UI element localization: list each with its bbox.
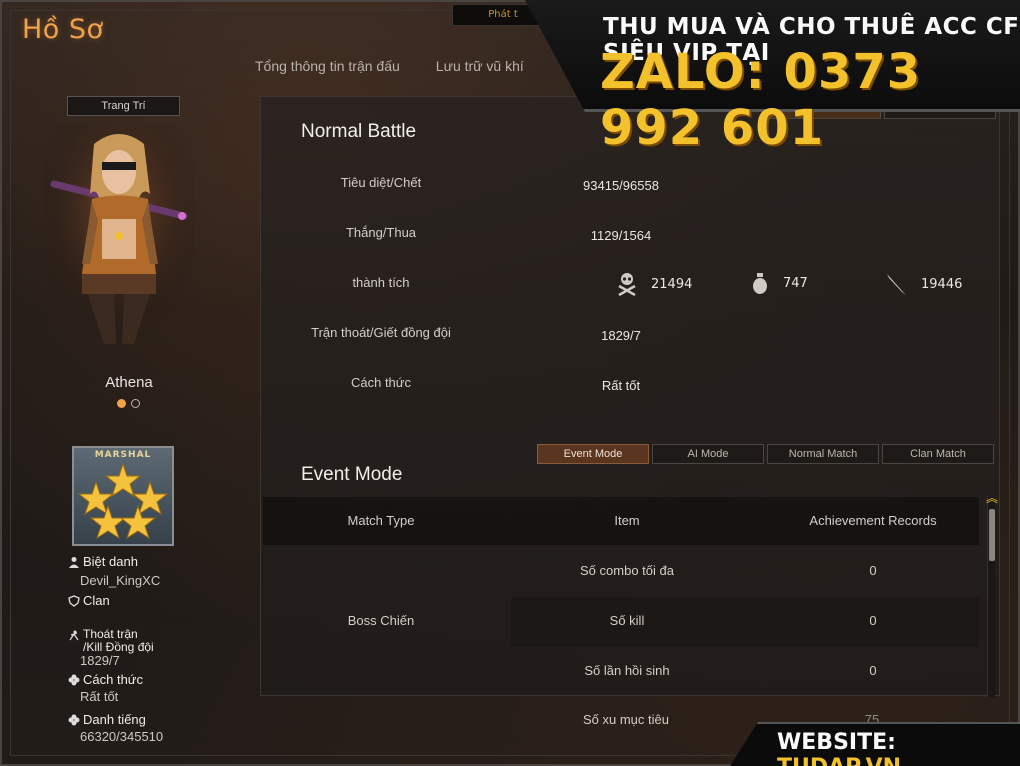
tab-normal-match[interactable]: Normal Match <box>767 444 879 464</box>
clover-icon <box>68 714 80 725</box>
decor-button[interactable]: Trang Trí <box>67 96 180 116</box>
achievement-knife: 19446 <box>885 272 962 296</box>
record-cell: 0 <box>869 663 877 678</box>
match-type-cell: Boss Chiến <box>347 613 415 628</box>
scroll-up-icon[interactable]: ︽ <box>986 489 998 506</box>
stat-label: Cách thức <box>350 375 411 390</box>
item-cell: Số kill <box>609 613 645 628</box>
grenade-icon <box>753 273 767 294</box>
tab-event-mode[interactable]: Event Mode <box>537 444 649 464</box>
website-label: WEBSITE: <box>777 730 896 755</box>
stat-label: Tiêu diệt/Chết <box>340 175 422 190</box>
clan-block: Clan <box>68 593 110 608</box>
stat-value: 1829/7 <box>601 328 641 343</box>
clan-shield-icon <box>68 594 80 607</box>
style-block: Cách thức Rất tốt <box>68 672 143 704</box>
tab-match-overview[interactable]: Tổng thông tin trận đấu <box>255 58 400 74</box>
clan-label: Clan <box>83 593 110 608</box>
event-mode-title: Event Mode <box>301 464 403 485</box>
character-portrait <box>44 124 194 344</box>
stat-value: Rất tốt <box>601 378 641 393</box>
pager-dot-active[interactable] <box>117 399 126 408</box>
scroll-thumb[interactable] <box>989 509 995 561</box>
skull-crossbones-icon <box>618 273 636 296</box>
achievement-kills-value: 21494 <box>651 276 693 292</box>
stat-row-win-loss: Thắng/Thua 1129/1564 <box>261 225 1001 275</box>
character-pager <box>117 399 140 408</box>
item-cell: Số lần hồi sinh <box>584 663 670 678</box>
item-cell: Số xu mục tiêu <box>583 712 669 727</box>
record-cell: 0 <box>869 613 877 628</box>
clover-icon <box>68 674 80 685</box>
achievement-kills: 21494 <box>617 272 692 296</box>
stat-value: 93415/96558 <box>583 178 659 193</box>
stat-row-style: Cách thức Rất tốt <box>261 375 1001 425</box>
stat-label: thành tích <box>352 275 410 290</box>
character-name: Athena <box>105 374 153 391</box>
rank-stars-icon <box>77 462 169 540</box>
style-label: Cách thức <box>83 672 144 687</box>
event-mode-tabs: Event Mode AI Mode Normal Match Clan Mat… <box>537 444 994 464</box>
website-banner: WEBSITE: TUDAP.VN <box>777 730 1020 766</box>
top-tabs: Tổng thông tin trận đấu Lưu trữ vũ khí <box>255 58 524 74</box>
rank-badge: MARSHAL <box>72 446 174 546</box>
person-icon <box>69 556 79 568</box>
page-title: Hồ Sơ <box>22 14 104 45</box>
nickname-block: Biệt danh Devil_KingXC <box>68 554 160 588</box>
website-value: TUDAP.VN <box>777 755 901 766</box>
reputation-value: 66320/345510 <box>80 729 164 744</box>
style-value: Rất tốt <box>80 689 119 704</box>
nickname-value: Devil_KingXC <box>80 573 161 588</box>
promo-line2: ZALO: 0373 992 601 <box>600 44 922 156</box>
stat-row-achievements: thành tích 21494 747 19446 <box>261 272 1001 325</box>
achievement-grenade-value: 747 <box>783 275 808 291</box>
stat-row-kd: Tiêu diệt/Chết 93415/96558 <box>261 175 1001 225</box>
pager-dot[interactable] <box>131 399 140 408</box>
profile-sidebar: Trang Trí Athena MARSHAL Biệt danh Devil… <box>14 90 244 750</box>
stat-row-escape: Trận thoát/Giết đồng đội 1829/7 <box>261 325 1001 375</box>
reputation-label: Danh tiếng <box>83 712 146 727</box>
escape-value: 1829/7 <box>80 653 120 668</box>
nickname-label: Biệt danh <box>83 554 138 569</box>
tab-ai-mode[interactable]: AI Mode <box>652 444 764 464</box>
achievement-knife-value: 19446 <box>921 276 963 292</box>
stat-label: Thắng/Thua <box>345 225 417 240</box>
running-man-icon <box>69 630 79 641</box>
escape-block: Thoát trận /Kill Đồng đội 1829/7 <box>68 628 154 668</box>
tab-clan-match[interactable]: Clan Match <box>882 444 994 464</box>
column-header: Item <box>614 513 640 528</box>
column-header: Match Type <box>347 513 415 528</box>
knife-icon <box>887 274 906 295</box>
records-scrollbar[interactable]: ︽ <box>986 491 998 697</box>
normal-battle-title: Normal Battle <box>301 121 417 142</box>
stat-value: 1129/1564 <box>590 228 652 243</box>
tab-weapon-storage[interactable]: Lưu trữ vũ khí <box>436 58 524 74</box>
item-cell: Số combo tối đa <box>580 563 674 578</box>
records-table-header: Match Type Item Achievement Records <box>263 497 979 545</box>
reputation-block: Danh tiếng 66320/345510 <box>68 712 163 744</box>
column-header: Achievement Records <box>809 513 937 528</box>
record-cell: 0 <box>869 563 877 578</box>
stat-label: Trận thoát/Giết đồng đội <box>311 325 451 340</box>
stats-panel: Normal Battle Rank Match Normal Battle T… <box>260 96 1001 697</box>
achievement-grenade: 747 <box>751 272 808 294</box>
rank-label: MARSHAL <box>94 450 152 460</box>
